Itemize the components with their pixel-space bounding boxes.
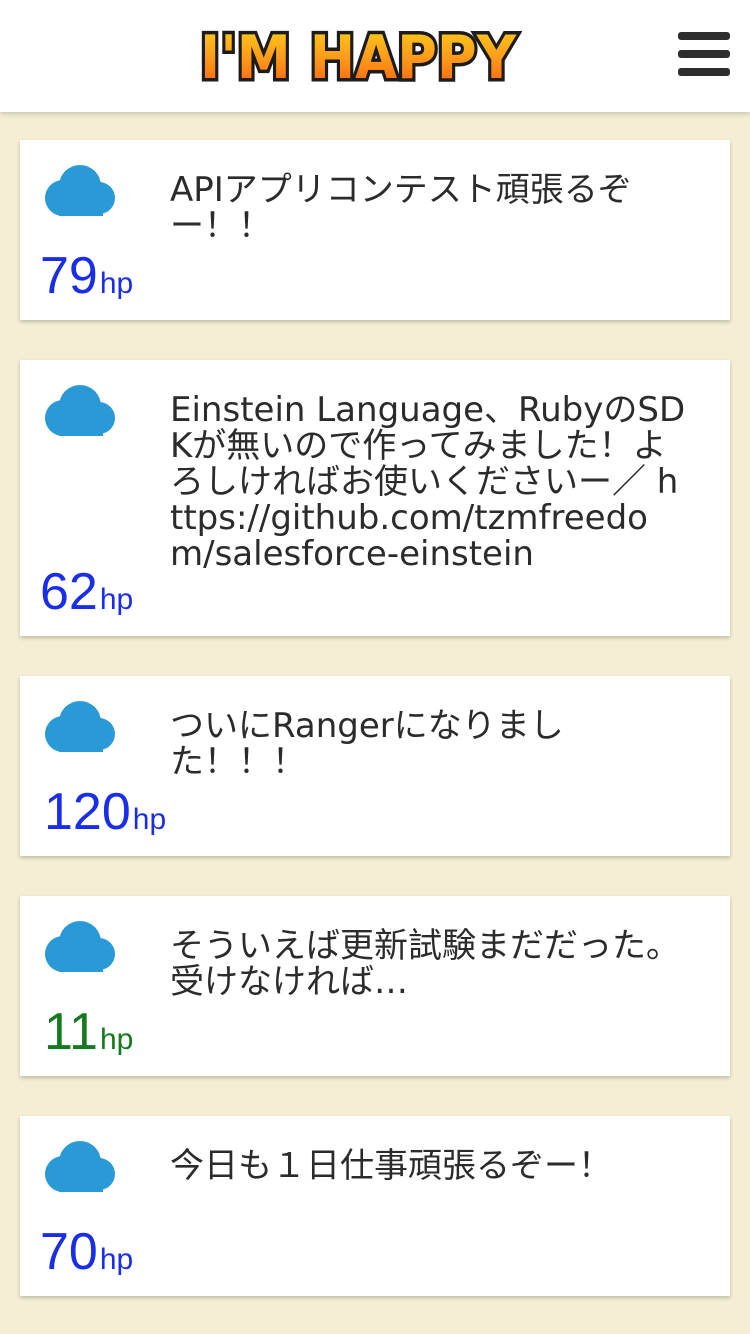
cloud-icon — [45, 921, 115, 972]
cloud-icon — [45, 165, 115, 216]
hp-value: 62hp — [40, 566, 133, 618]
post-card[interactable]: 今日も１日仕事頑張るぞー！ 70hp — [20, 1116, 730, 1296]
hp-value: 120hp — [44, 786, 166, 838]
hp-unit: hp — [99, 1243, 134, 1276]
hp-unit: hp — [99, 1023, 134, 1056]
cloud-icon — [45, 1141, 115, 1192]
post-card[interactable]: そういえば更新試験まだだった。受けなければ… 11hp — [20, 896, 730, 1076]
post-card[interactable]: Einstein Language、RubyのSDKが無いので作ってみました！よ… — [20, 360, 730, 636]
logo-text: I'M HAPPY — [200, 23, 517, 93]
post-text: APIアプリコンテスト頑張るぞー！！ — [170, 170, 632, 246]
hp-number: 79 — [40, 247, 98, 305]
hp-unit: hp — [99, 583, 134, 616]
hamburger-menu-icon[interactable] — [672, 28, 732, 84]
post-text: そういえば更新試験まだだった。受けなければ… — [170, 926, 680, 1002]
hp-number: 70 — [40, 1223, 98, 1281]
app-logo[interactable]: I'M HAPPY — [194, 18, 522, 95]
hp-number: 120 — [44, 783, 131, 841]
hp-value: 11hp — [44, 1006, 133, 1058]
post-text: ついにRangerになりました！！！ — [170, 706, 564, 782]
post-text: Einstein Language、RubyのSDKが無いので作ってみました！よ… — [170, 390, 686, 574]
hp-value: 79hp — [40, 250, 133, 302]
cloud-icon — [45, 701, 115, 752]
cloud-icon — [45, 385, 115, 436]
app-header: I'M HAPPY — [0, 0, 750, 112]
hp-unit: hp — [132, 803, 167, 836]
hp-number: 11 — [44, 1003, 98, 1061]
hp-value: 70hp — [40, 1226, 133, 1278]
post-text: 今日も１日仕事頑張るぞー！ — [170, 1146, 612, 1186]
post-card[interactable]: APIアプリコンテスト頑張るぞー！！ 79hp — [20, 140, 730, 320]
hp-unit: hp — [99, 267, 134, 300]
hp-number: 62 — [40, 563, 98, 621]
post-card[interactable]: ついにRangerになりました！！！ 120hp — [20, 676, 730, 856]
